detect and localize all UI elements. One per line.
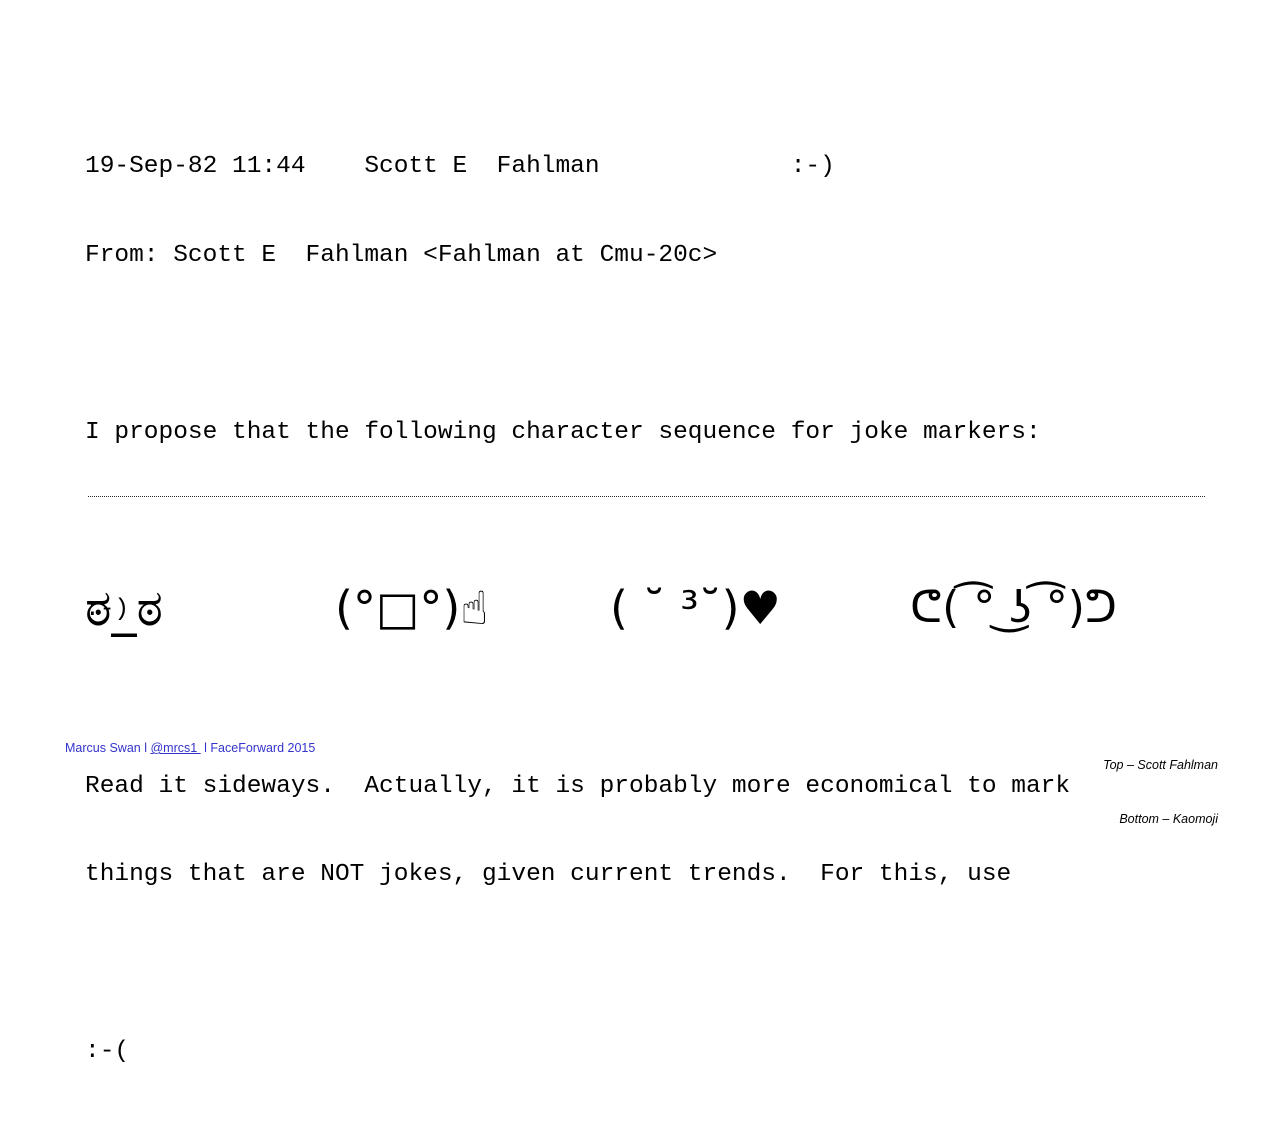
- email-header-line: 19-Sep-82 11:44 Scott E Fahlman :-): [85, 153, 835, 180]
- kaomoji-row: ಠ_ಠ (°□°)☝ ( ˘ ³˘)♥ ᕦ( ͡° ͜ʖ ͡°)ᕤ: [85, 560, 1220, 655]
- attribution-bottom-credit: Bottom – Kaomoji: [1119, 812, 1218, 826]
- kaomoji-table-flip-surprise: (°□°)☝: [335, 580, 489, 635]
- email-spacer-1: [85, 329, 1215, 359]
- attribution-top-credit: Top – Scott Fahlman: [1103, 758, 1218, 772]
- footer-author: Marcus Swan: [65, 741, 141, 755]
- section-divider: [88, 496, 1205, 497]
- footer-separator-1: l: [140, 741, 151, 755]
- email-spacer-4: [85, 949, 1215, 979]
- kaomoji-look-of-disapproval: ಠ_ಠ: [85, 578, 163, 637]
- footer-event: FaceForward 2015: [210, 741, 316, 755]
- email-spacer-3: [85, 683, 1215, 713]
- slide-canvas: 19-Sep-82 11:44 Scott E Fahlman :-) From…: [0, 0, 1280, 1065]
- email-frowny-emoticon: :-(: [85, 1038, 130, 1065]
- footer-separator-2: l: [200, 741, 211, 755]
- email-body-line-2: things that are NOT jokes, given current…: [85, 861, 1012, 888]
- email-spacer-2: [85, 506, 1215, 536]
- email-body-line-1: Read it sideways. Actually, it is probab…: [85, 772, 1071, 800]
- source-attribution: Top – Scott Fahlman Bottom – Kaomoji: [1103, 720, 1218, 864]
- email-from-line: From: Scott E Fahlman <Fahlman at Cmu-20…: [85, 241, 718, 269]
- footer-handle-link[interactable]: @mrcs1: [150, 741, 200, 755]
- footer-credit: Marcus Swan l @mrcs1 l FaceForward 2015: [65, 740, 315, 756]
- kaomoji-lenny-face-flex: ᕦ( ͡° ͜ʖ ͡°)ᕤ: [910, 581, 1117, 633]
- kaomoji-kissing-heart: ( ˘ ³˘)♥: [610, 580, 781, 635]
- email-proposal-line: I propose that the following character s…: [85, 418, 1041, 446]
